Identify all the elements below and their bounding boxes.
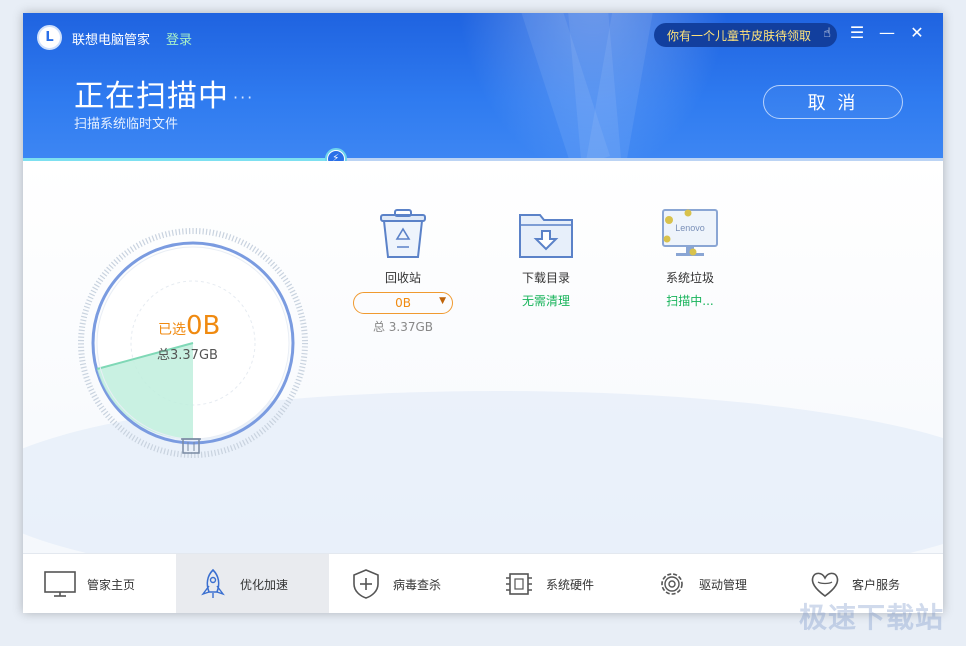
- gauge-total: 总3.37GB: [157, 348, 218, 363]
- nav-home-label: 管家主页: [87, 577, 136, 592]
- selected-value: 0B: [186, 311, 221, 341]
- nav-drivers[interactable]: 驱动管理: [635, 554, 788, 613]
- menu-icon: ☰: [849, 23, 865, 42]
- nav-antivirus-label: 病毒查杀: [393, 577, 442, 592]
- selected-size: 已选0B: [158, 311, 220, 341]
- download-dir-item[interactable]: 下载目录 无需清理: [486, 207, 606, 309]
- recycle-bin-icon: [380, 209, 426, 258]
- rocket-icon: [201, 568, 225, 598]
- nav-hardware[interactable]: 系统硬件: [482, 554, 635, 613]
- close-icon: ✕: [910, 23, 924, 42]
- chip-icon: [506, 573, 532, 595]
- scan-gauge: [78, 228, 308, 458]
- download-folder-icon: [519, 214, 573, 258]
- minimize-icon: —: [879, 23, 895, 42]
- nav-drivers-label: 驱动管理: [699, 577, 748, 592]
- scan-subtitle: 扫描系统临时文件: [74, 117, 179, 132]
- nav-support-label: 客户服务: [852, 577, 901, 592]
- system-junk-item[interactable]: Lenovo 系统垃圾 扫描中...: [630, 207, 750, 309]
- scan-title: 正在扫描中 ···: [74, 71, 254, 115]
- monitor-junk-icon: Lenovo: [662, 209, 718, 256]
- recycle-bin-size-select[interactable]: 0B ▼: [353, 292, 453, 314]
- chevron-down-icon: ▼: [439, 296, 446, 306]
- menu-button[interactable]: ☰: [847, 23, 867, 43]
- minimize-button[interactable]: —: [877, 23, 897, 43]
- nav-home[interactable]: 管家主页: [23, 554, 176, 613]
- scan-content: 已选0B 总3.37GB 回收站 0B ▼ 总 3.37GB 下载目录 无需清理…: [23, 161, 943, 553]
- close-button[interactable]: ✕: [907, 23, 927, 43]
- promo-text: 你有一个儿童节皮肤待领取: [667, 28, 812, 43]
- header: L 联想电脑管家 登录 你有一个儿童节皮肤待领取 ☝ ☰ — ✕ 正在扫描中 ··…: [23, 13, 943, 158]
- watermark: 极速下载站: [798, 601, 944, 634]
- monitor-icon: [44, 571, 76, 597]
- login-link[interactable]: 登录: [166, 29, 192, 48]
- recycle-bin-item[interactable]: 回收站 0B ▼ 总 3.37GB: [343, 207, 463, 335]
- monitor-screen-text: Lenovo: [675, 223, 705, 233]
- recycle-bin-total: 总 3.37GB: [372, 320, 434, 334]
- hand-pointer-icon: ☝: [823, 26, 831, 41]
- promo-banner[interactable]: 你有一个儿童节皮肤待领取 ☝: [654, 23, 837, 47]
- nav-optimize-label: 优化加速: [240, 577, 289, 592]
- scan-dots: ···: [233, 88, 255, 107]
- recycle-bin-size-value: 0B: [395, 296, 411, 310]
- cancel-button[interactable]: 取 消: [763, 85, 903, 119]
- selected-label: 已选: [158, 322, 186, 338]
- nav-optimize[interactable]: 优化加速: [176, 554, 329, 613]
- nav-hardware-label: 系统硬件: [546, 577, 595, 592]
- system-junk-status: 扫描中...: [666, 294, 714, 308]
- gear-icon: [661, 573, 683, 595]
- scan-title-text: 正在扫描中: [74, 79, 229, 114]
- download-dir-status: 无需清理: [521, 294, 570, 308]
- lenovo-logo-icon: L: [37, 25, 62, 50]
- shield-icon: [353, 569, 379, 599]
- app-title: 联想电脑管家: [72, 33, 151, 48]
- download-dir-label: 下载目录: [521, 271, 570, 285]
- nav-antivirus[interactable]: 病毒查杀: [329, 554, 482, 613]
- app-window: L 联想电脑管家 登录 你有一个儿童节皮肤待领取 ☝ ☰ — ✕ 正在扫描中 ··…: [23, 13, 943, 613]
- system-junk-label: 系统垃圾: [665, 271, 714, 285]
- recycle-bin-label: 回收站: [384, 271, 421, 285]
